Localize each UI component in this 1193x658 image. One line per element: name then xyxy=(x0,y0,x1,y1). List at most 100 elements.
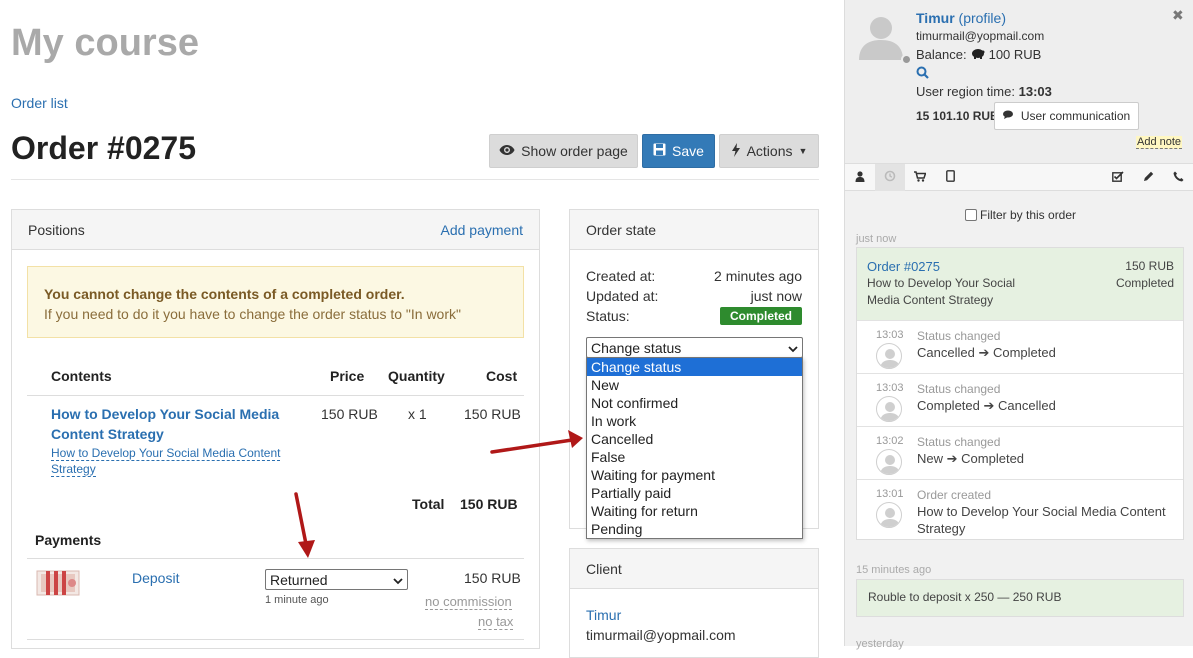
client-panel: Client Timur timurmail@yopmail.com xyxy=(569,548,819,658)
search-icon[interactable] xyxy=(916,66,929,82)
client-title: Client xyxy=(586,560,622,577)
updated-value: just now xyxy=(750,288,802,304)
status-option[interactable]: Change status xyxy=(587,358,802,376)
cart-icon xyxy=(914,170,927,185)
payment-bottom-divider xyxy=(27,639,524,640)
page-title: Order #0275 xyxy=(11,130,197,166)
filter-by-order[interactable]: Filter by this order xyxy=(965,208,1076,222)
group-yesterday: yesterday xyxy=(856,638,904,650)
order-link[interactable]: Order #0275 xyxy=(867,259,940,274)
tab-calls[interactable] xyxy=(1163,164,1193,191)
caret-down-icon: ▼ xyxy=(798,146,808,156)
tab-tasks[interactable] xyxy=(1103,164,1133,191)
client-email: timurmail@yopmail.com xyxy=(586,627,736,643)
bolt-icon xyxy=(731,142,741,160)
status-option[interactable]: Waiting for return xyxy=(587,502,802,520)
deposit-event-card: Rouble to deposit x 250 — 250 RUB xyxy=(856,579,1184,617)
status-option[interactable]: Not confirmed xyxy=(587,394,802,412)
total-value: 150 RUB xyxy=(460,496,518,512)
filter-checkbox[interactable] xyxy=(965,209,977,221)
commission-link[interactable]: no commission xyxy=(425,594,512,610)
status-label: Status: xyxy=(586,308,630,324)
group-15-minutes: 15 minutes ago xyxy=(856,564,932,576)
status-option[interactable]: False xyxy=(587,448,802,466)
order-history-card: Order #0275 150 RUB How to Develop Your … xyxy=(856,247,1184,540)
status-option[interactable]: Pending xyxy=(587,520,802,538)
add-payment-link[interactable]: Add payment xyxy=(441,222,524,238)
positions-title: Positions xyxy=(28,221,85,238)
region-time-row: User region time: 13:03 xyxy=(916,84,1052,99)
order-list-link[interactable]: Order list xyxy=(11,95,68,111)
arrow-right-icon: ➔ xyxy=(946,451,958,466)
close-icon[interactable]: ✖ xyxy=(1172,7,1184,24)
region-time-value: 13:03 xyxy=(1018,84,1052,99)
avatar xyxy=(857,12,905,60)
payment-status-select[interactable]: Returned xyxy=(265,569,408,590)
status-option[interactable]: Partially paid xyxy=(587,484,802,502)
deposit-link[interactable]: Deposit xyxy=(132,570,179,586)
filter-label: Filter by this order xyxy=(980,208,1077,222)
tab-orders[interactable] xyxy=(905,164,935,191)
tab-user[interactable] xyxy=(845,164,875,191)
order-summary: Order #0275 150 RUB How to Develop Your … xyxy=(857,248,1183,320)
event-time: 13:03 xyxy=(876,382,904,394)
user-email: timurmail@yopmail.com xyxy=(916,29,1045,43)
money-icon xyxy=(36,568,80,601)
avatar xyxy=(876,502,902,528)
save-button[interactable]: Save xyxy=(642,134,715,168)
client-header: Client xyxy=(570,549,818,589)
chevron-down-icon xyxy=(393,572,403,588)
tax-link[interactable]: no tax xyxy=(478,614,514,630)
row-price: 150 RUB xyxy=(321,406,378,422)
user-name-link[interactable]: Timur xyxy=(916,10,955,26)
history-icon xyxy=(884,170,896,185)
title-divider xyxy=(11,179,819,180)
status-option[interactable]: In work xyxy=(587,412,802,430)
add-note-link[interactable]: Add note xyxy=(1136,136,1183,149)
status-option[interactable]: New xyxy=(587,376,802,394)
status-options-list[interactable]: Change status New Not confirmed In work … xyxy=(586,357,803,539)
user-communication-button[interactable]: User communication xyxy=(994,102,1139,130)
change-status-select[interactable]: Change status xyxy=(586,337,803,358)
history-event: 13:03 Status changed Cancelled ➔ Complet… xyxy=(857,320,1183,373)
tab-devices[interactable] xyxy=(935,164,965,191)
client-name-link[interactable]: Timur xyxy=(586,607,621,623)
show-order-page-label: Show order page xyxy=(521,143,628,159)
event-time: 13:02 xyxy=(876,435,904,447)
status-option[interactable]: Waiting for payment xyxy=(587,466,802,484)
chevron-down-icon xyxy=(788,340,798,356)
avatar xyxy=(876,449,902,475)
balance-row: Balance: 100 RUB xyxy=(916,47,1041,62)
course-link[interactable]: How to Develop Your Social Media Content… xyxy=(51,404,281,444)
positions-panel: Positions Add payment You cannot change … xyxy=(11,209,540,649)
tab-history[interactable] xyxy=(875,164,905,191)
user-name-row: Timur (profile) xyxy=(916,10,1006,26)
actions-dropdown-button[interactable]: Actions ▼ xyxy=(719,134,819,168)
order-state-title: Order state xyxy=(586,221,657,238)
col-price: Price xyxy=(330,368,365,384)
col-quantity: Quantity xyxy=(388,368,445,384)
show-order-page-button[interactable]: Show order page xyxy=(489,134,638,168)
profile-link[interactable]: (profile) xyxy=(959,10,1006,26)
event-title: Status changed xyxy=(917,329,1001,343)
comments-icon xyxy=(1002,109,1015,123)
status-option[interactable]: Cancelled xyxy=(587,430,802,448)
event-title: Order created xyxy=(917,488,992,502)
group-just-now: just now xyxy=(856,233,897,245)
annotation-arrow-right xyxy=(490,430,583,454)
header-divider xyxy=(27,395,524,396)
col-cost: Cost xyxy=(486,368,518,384)
avatar xyxy=(876,396,902,422)
event-title: Status changed xyxy=(917,435,1001,449)
warning-text: If you need to do it you have to change … xyxy=(44,306,461,322)
phone-icon xyxy=(1173,171,1184,185)
course-sub-link[interactable]: How to Develop Your Social Media Content… xyxy=(51,445,281,477)
positions-header: Positions Add payment xyxy=(12,210,539,250)
check-square-icon xyxy=(1112,170,1124,185)
tab-notes[interactable] xyxy=(1133,164,1163,191)
event-text: How to Develop Your Social Media Content… xyxy=(917,504,1166,536)
history-event: 13:01 Order created How to Develop Your … xyxy=(857,479,1183,539)
history-event: 13:03 Status changed Completed ➔ Cancell… xyxy=(857,373,1183,426)
balance-label: Balance: xyxy=(916,47,967,62)
order-amount: 150 RUB xyxy=(1125,259,1174,273)
